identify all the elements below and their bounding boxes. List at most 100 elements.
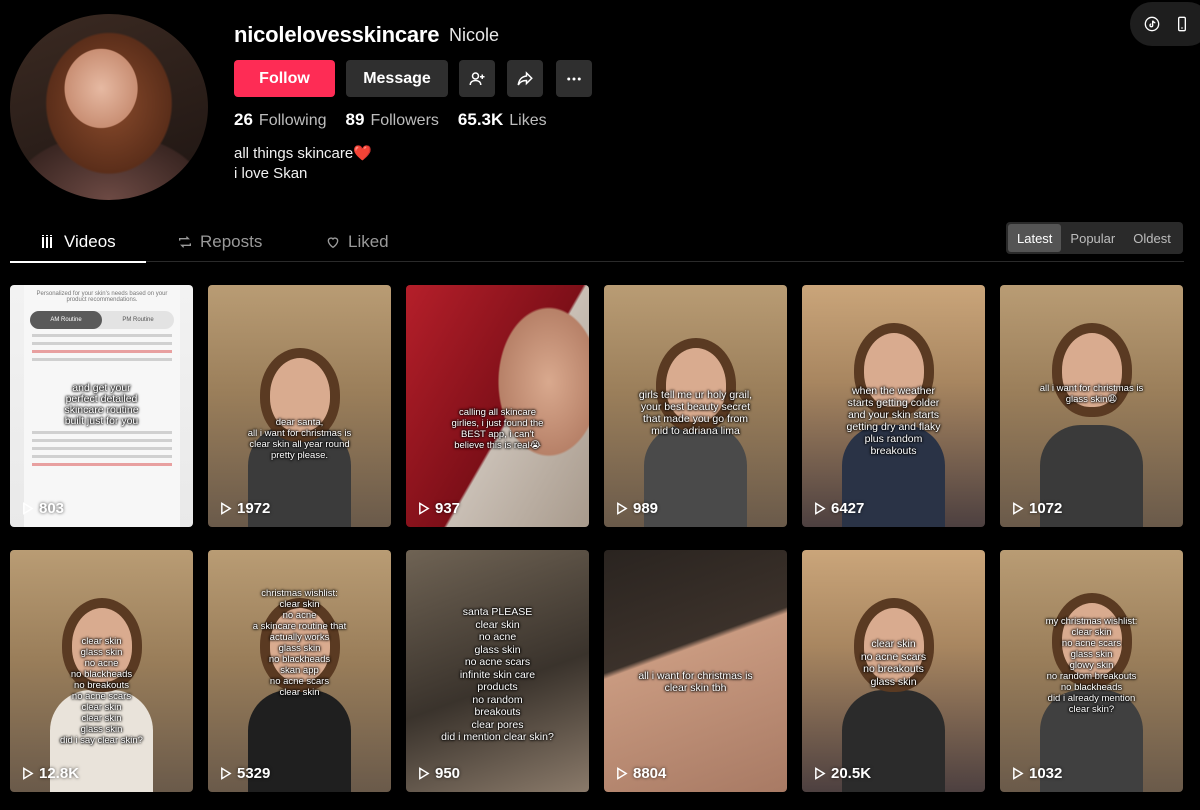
likes-label: Likes [509,112,547,129]
play-icon [1013,502,1024,515]
following-label: Following [258,112,327,129]
mobile-device-icon[interactable] [1174,16,1190,32]
view-count: 6427 [814,500,864,517]
play-icon [23,502,34,515]
video-caption: girls tell me ur holy grail, your best b… [638,389,753,437]
view-count-value: 950 [435,765,461,782]
video-card[interactable]: Personalized for your skin's needs based… [10,285,193,527]
view-count-value: 937 [435,500,461,517]
video-card[interactable]: girls tell me ur holy grail, your best b… [604,285,787,527]
view-count-value: 5329 [237,765,271,782]
tab-reposts-label: Reposts [200,232,263,251]
likes-stat: 65.3K Likes [458,110,547,130]
following-count: 26 [234,110,253,129]
video-caption: dear santa, all i want for christmas is … [247,417,352,461]
play-icon [617,502,628,515]
video-grid: Personalized for your skin's needs based… [10,285,1184,792]
bio-line: i love Skan [234,165,308,182]
followers-count: 89 [345,110,365,129]
view-count-value: 1972 [237,500,271,517]
share-arrow-icon [517,70,533,85]
play-icon [419,767,430,780]
play-icon [1013,767,1024,780]
video-caption: when the weather starts getting colder a… [846,385,941,457]
video-card[interactable]: santa PLEASE clear skin no acne glass sk… [406,550,589,792]
play-icon [617,767,628,780]
sort-popular[interactable]: Popular [1061,224,1124,252]
add-friend-button[interactable] [459,60,495,97]
view-count-value: 12.8K [39,765,80,782]
add-friend-icon [469,71,485,85]
video-caption: santa PLEASE clear skin no acne glass sk… [441,606,554,743]
grid-icon [42,235,52,248]
view-count: 1032 [1012,765,1062,782]
profile-avatar[interactable] [10,14,208,200]
video-caption: calling all skincare girlies, i just fou… [451,407,544,451]
profile-username: nicolelovesskincare [234,22,440,47]
sort-latest[interactable]: Latest [1008,224,1062,252]
corner-toolbar [1130,2,1200,46]
view-count: 12.8K [22,765,79,782]
video-caption: all i want for christmas is glass skin😩 [1039,383,1144,405]
video-caption: christmas wishlist: clear skin no acne a… [252,588,347,698]
more-options-button[interactable] [556,60,592,97]
view-count-value: 1032 [1029,765,1063,782]
video-card[interactable]: my christmas wishlist: clear skin no acn… [1000,550,1183,792]
tab-liked-label: Liked [348,232,389,251]
tiktok-icon[interactable] [1144,16,1160,32]
play-icon [815,502,826,515]
profile-bio: all things skincare❤️ i love Skan [234,144,372,184]
share-button[interactable] [507,60,543,97]
view-count: 1972 [220,500,270,517]
video-caption: all i want for christmas is clear skin t… [638,670,753,694]
liked-heart-icon [327,237,339,249]
tab-reposts[interactable]: Reposts [177,222,262,262]
following-stat[interactable]: 26 Following [234,110,327,130]
play-icon [419,502,430,515]
video-card[interactable]: clear skin glass skin no acne no blackhe… [10,550,193,792]
followers-label: Followers [370,112,439,129]
tab-liked[interactable]: Liked [325,222,389,262]
view-count-value: 803 [39,500,65,517]
play-icon [815,767,826,780]
tab-videos[interactable]: Videos [10,222,146,263]
view-count: 20.5K [814,765,871,782]
video-card[interactable]: all i want for christmas is glass skin😩 … [1000,285,1183,527]
sort-oldest[interactable]: Oldest [1124,224,1180,252]
bio-line: all things skincare❤️ [234,145,372,162]
view-count-value: 20.5K [831,765,872,782]
view-count: 989 [616,500,658,517]
view-count: 5329 [220,765,270,782]
video-card[interactable]: all i want for christmas is clear skin t… [604,550,787,792]
view-count: 1072 [1012,500,1062,517]
video-caption: clear skin glass skin no acne no blackhe… [60,636,143,746]
repost-icon [179,236,191,248]
more-dots-icon [567,77,581,80]
view-count: 950 [418,765,460,782]
view-count-value: 6427 [831,500,865,517]
view-count-value: 1072 [1029,500,1063,517]
video-card[interactable]: when the weather starts getting colder a… [802,285,985,527]
view-count: 937 [418,500,460,517]
follow-button[interactable]: Follow [234,60,335,97]
message-button[interactable]: Message [346,60,448,97]
view-count-value: 8804 [633,765,667,782]
video-caption: and get your perfect detailed skincare r… [64,382,139,427]
profile-nickname: Nicole [449,25,500,45]
video-card[interactable]: calling all skincare girlies, i just fou… [406,285,589,527]
play-icon [23,767,34,780]
view-count-value: 989 [633,500,659,517]
play-icon [221,767,232,780]
video-caption: clear skin no acne scars no breakouts gl… [860,638,927,688]
video-caption: my christmas wishlist: clear skin no acn… [1045,616,1138,715]
screenshot-header: Personalized for your skin's needs based… [36,291,168,303]
view-count: 8804 [616,765,666,782]
profile-stats: 26 Following 89 Followers 65.3K Likes [234,110,566,130]
video-card[interactable]: dear santa, all i want for christmas is … [208,285,391,527]
view-count: 803 [22,500,64,517]
followers-stat[interactable]: 89 Followers [346,110,439,130]
likes-count: 65.3K [457,110,504,129]
am-routine-tab: AM Routine [30,311,102,329]
video-card[interactable]: clear skin no acne scars no breakouts gl… [802,550,985,792]
video-card[interactable]: christmas wishlist: clear skin no acne a… [208,550,391,792]
